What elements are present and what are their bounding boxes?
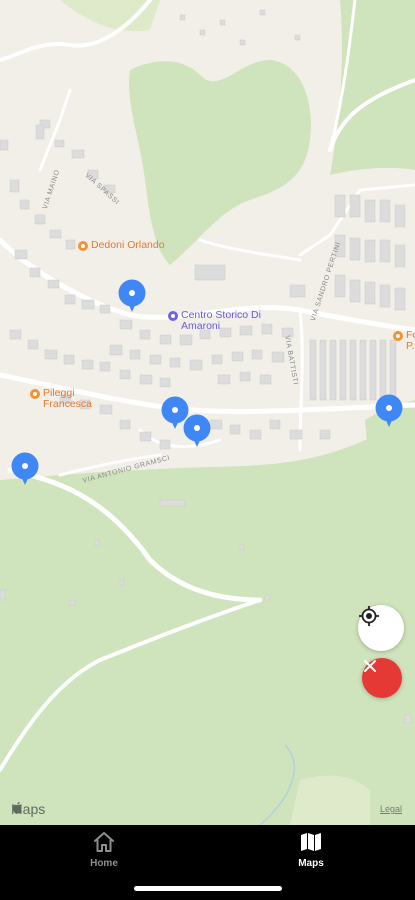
apple-logo-icon — [12, 801, 22, 814]
close-button[interactable] — [362, 658, 402, 698]
tab-home[interactable]: Home — [64, 830, 144, 869]
legal-link[interactable]: Legal — [380, 804, 402, 814]
map-icon — [301, 833, 321, 851]
maps-attribution: Maps — [11, 801, 45, 817]
home-indicator — [134, 886, 282, 891]
poi-dot-icon — [393, 331, 403, 341]
poi-partial-right[interactable]: Fo... P... — [393, 330, 415, 352]
poi-dot-icon — [78, 240, 88, 251]
poi-centro-storico[interactable]: Centro Storico Di Amaroni — [168, 310, 271, 332]
close-x-icon — [364, 660, 376, 672]
poi-dedoni-orlando[interactable]: Dedoni Orlando — [78, 240, 165, 251]
map-pin[interactable] — [183, 414, 211, 448]
map-view[interactable]: Dedoni Orlando Centro Storico Di Amaroni… — [0, 0, 415, 825]
poi-dot-icon — [168, 311, 178, 321]
poi-label: Dedoni Orlando — [91, 239, 165, 251]
target-icon — [359, 606, 379, 626]
map-pin[interactable] — [118, 279, 146, 313]
tab-maps-label: Maps — [298, 858, 324, 869]
poi-label: Fo... P... — [406, 329, 415, 352]
poi-label: Pileggi Francesca — [43, 387, 93, 410]
map-pin[interactable] — [375, 394, 403, 428]
poi-label: Centro Storico Di Amaroni — [181, 309, 261, 332]
poi-pileggi-francesca[interactable]: Pileggi Francesca — [30, 388, 113, 410]
tab-home-label: Home — [90, 858, 118, 869]
map-canvas — [0, 0, 415, 825]
poi-dot-icon — [30, 389, 40, 399]
locate-me-button[interactable] — [358, 605, 404, 651]
house-icon — [94, 832, 114, 852]
map-pin[interactable] — [11, 452, 39, 486]
tab-maps[interactable]: Maps — [271, 830, 351, 869]
